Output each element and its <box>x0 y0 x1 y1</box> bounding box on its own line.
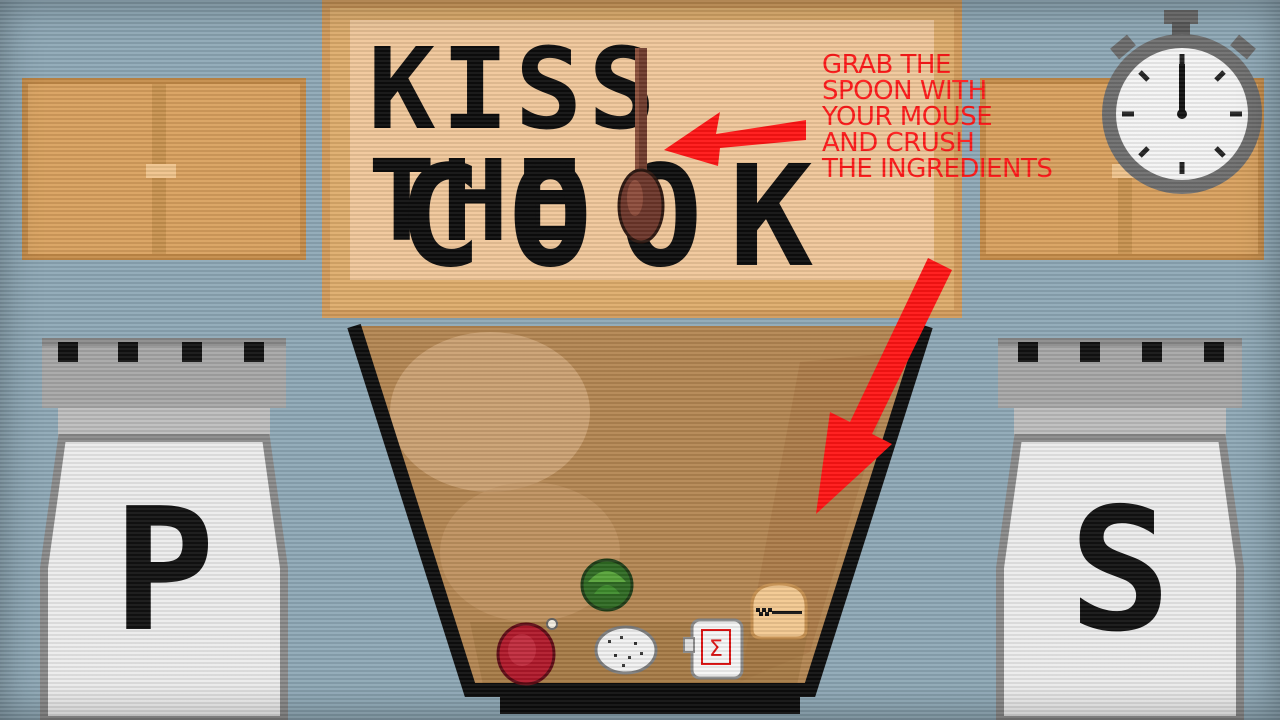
instruction-text: GRAB THE SPOON WITH YOUR MOUSE AND CRUSH… <box>822 50 1053 184</box>
meat[interactable] <box>494 614 562 686</box>
brussels-sprout[interactable] <box>580 556 634 612</box>
sugar-jar[interactable]: Σ <box>682 616 748 682</box>
game-scene: KISS THE COOK P S Σ GRAB THE SPOON WITH … <box>0 0 1280 720</box>
egg[interactable] <box>594 624 658 676</box>
pepper-label: P <box>112 472 216 670</box>
left-cabinet <box>22 78 306 260</box>
salt-shaker: S <box>978 338 1262 720</box>
pepper-shaker: P <box>22 338 306 720</box>
arrow-to-spoon-icon <box>664 112 806 166</box>
stopwatch-icon <box>1098 6 1268 202</box>
salt-label: S <box>1068 472 1172 670</box>
arrow-to-bowl-icon <box>816 258 952 514</box>
bread[interactable] <box>746 580 812 642</box>
svg-text:Σ: Σ <box>709 637 723 662</box>
